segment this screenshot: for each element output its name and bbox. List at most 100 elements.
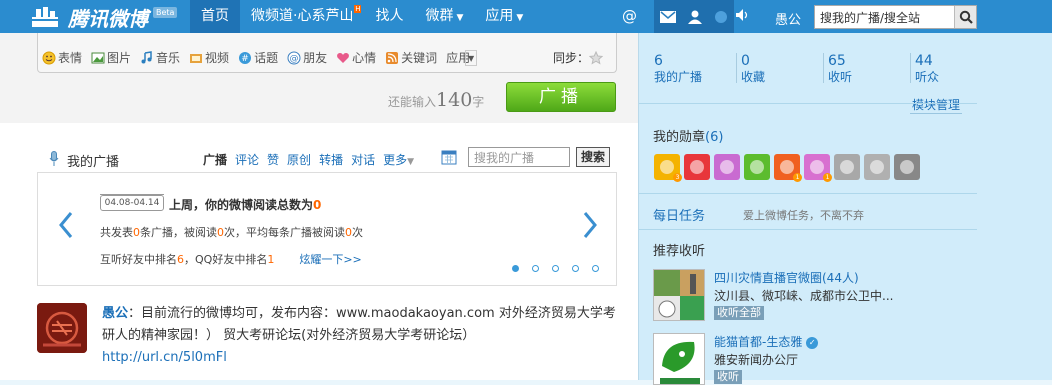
triangle-medal-icon[interactable]: 1 [804, 154, 832, 182]
post-link[interactable]: http://url.cn/5l0mFl [102, 350, 227, 365]
recommend-group-image[interactable] [653, 269, 705, 321]
tool-topic[interactable]: # 话题 [238, 49, 278, 66]
grey-medal-icon[interactable] [834, 154, 860, 180]
profile-icon[interactable] [688, 10, 702, 24]
feed-search-button[interactable]: 搜索 [576, 147, 610, 167]
at-icon[interactable]: @ [622, 7, 637, 25]
avatar-logo-icon [37, 303, 87, 353]
tab-dialog[interactable]: 对话 [351, 151, 375, 168]
star-icon [589, 50, 603, 65]
bell-medal-icon[interactable]: 1 [774, 154, 802, 182]
face-medal-icon[interactable] [714, 154, 740, 180]
sync-option[interactable]: 同步： [553, 49, 603, 66]
recommend-name-text: 能猫首都-生态雅 [714, 335, 803, 349]
global-search-button[interactable] [954, 6, 976, 28]
medals-count[interactable]: (6) [705, 130, 723, 145]
chevron-left-icon[interactable] [58, 211, 74, 239]
tab-more[interactable]: 更多▼ [383, 151, 414, 168]
recommend-name[interactable]: 四川灾情直播官微圈(44人) [714, 269, 859, 286]
medal-emblem [780, 160, 794, 174]
mail-icon[interactable] [660, 10, 676, 23]
medal-level-badge: 1 [823, 173, 832, 182]
rss-icon [386, 51, 399, 64]
nav-groups[interactable]: 微群 ▼ [414, 0, 474, 33]
tab-broadcast[interactable]: 广播 [203, 151, 227, 168]
volume-icon[interactable] [735, 8, 749, 22]
stat-favorites[interactable]: 0 收藏 [736, 53, 828, 85]
foot-medal-icon[interactable] [744, 154, 770, 180]
tool-image-label: 图片 [107, 51, 132, 65]
tool-friend[interactable]: @ 朋友 [287, 49, 327, 66]
stat-broadcasts[interactable]: 6 我的广播 [654, 53, 741, 85]
nav-home[interactable]: 首页 [190, 0, 240, 33]
stat-broadcasts-label: 我的广播 [654, 70, 703, 84]
global-search-input[interactable] [815, 6, 955, 28]
carousel-dot[interactable] [532, 265, 539, 272]
medal-emblem [810, 160, 824, 174]
rank-text: ，QQ好友中排名 [184, 253, 268, 266]
carousel-dot[interactable] [592, 265, 599, 272]
avatar[interactable] [37, 303, 87, 353]
user-name-link[interactable]: 愚公 [775, 9, 801, 28]
divider [639, 193, 978, 194]
tool-image[interactable]: 图片 [91, 49, 131, 66]
book-medal-icon[interactable] [894, 154, 920, 180]
tool-apps[interactable]: 应用 ▾ [446, 49, 478, 66]
broadcast-button[interactable]: 广播 [506, 82, 616, 112]
show-off-link[interactable]: 炫耀一下>> [299, 253, 361, 266]
tool-music-label: 音乐 [156, 51, 181, 65]
composer-toolbar: 表情 图片 音乐 视频 # 话题 @ 朋友 心情 关键词 应用 ▾ [42, 49, 486, 66]
follow-all-button[interactable]: 收听全部 [714, 306, 764, 320]
daily-task-title[interactable]: 每日任务 [653, 205, 705, 224]
chevron-down-icon: ▼ [456, 13, 464, 23]
microphone-icon [49, 151, 59, 166]
main-nav: 首页 微频道·心系芦山 H 找人 微群 ▼ 应用 ▼ [190, 0, 534, 33]
tool-video[interactable]: 视频 [189, 49, 229, 66]
star-medal-icon[interactable] [684, 154, 710, 180]
tab-likes[interactable]: 赞 [267, 151, 279, 168]
nav-apps[interactable]: 应用 ▼ [474, 0, 534, 33]
site-logo[interactable]: 腾讯微博 Beta [30, 4, 178, 31]
tool-keyword[interactable]: 关键词 [385, 49, 437, 66]
medal-emblem [690, 160, 704, 174]
tool-music[interactable]: 音乐 [140, 49, 180, 66]
post-colon: ： [128, 306, 142, 321]
round-icon[interactable] [714, 10, 728, 24]
calendar-icon[interactable] [441, 149, 457, 165]
follow-button[interactable]: 收听 [714, 370, 742, 384]
carousel-dot[interactable] [512, 265, 519, 272]
nav-find-people-label: 找人 [375, 8, 404, 24]
nav-find-people[interactable]: 找人 [364, 0, 414, 33]
nav-channel[interactable]: 微频道·心系芦山 H [240, 0, 364, 33]
chevron-right-icon[interactable] [582, 211, 598, 239]
tool-emoji[interactable]: 表情 [42, 49, 82, 66]
tab-original[interactable]: 原创 [287, 151, 311, 168]
tab-comments[interactable]: 评论 [235, 151, 259, 168]
recommend-avatar[interactable] [653, 333, 705, 385]
divider [639, 229, 978, 230]
composer-textarea[interactable]: 表情 图片 音乐 视频 # 话题 @ 朋友 心情 关键词 应用 ▾ 同步： [37, 33, 617, 73]
smiley-icon [42, 51, 56, 64]
global-search [814, 5, 977, 29]
recommend-name[interactable]: 能猫首都-生态雅 ✓ [714, 333, 819, 350]
tab-rebroadcast[interactable]: 转播 [319, 151, 343, 168]
leaf-medal-icon[interactable] [864, 154, 890, 180]
svg-text:#: # [241, 54, 249, 64]
hot-badge: H [354, 5, 362, 13]
medals-title: 我的勋章(6) [653, 126, 723, 145]
carousel-dot[interactable] [552, 265, 559, 272]
stat-following[interactable]: 65 收听 [823, 53, 915, 85]
post-author[interactable]: 愚公 [102, 306, 128, 321]
remain-count: 140 [436, 89, 473, 111]
remain-prefix: 还能输入 [388, 95, 437, 109]
stat-following-label: 收听 [828, 70, 853, 84]
smile-medal-icon[interactable]: 3 [654, 154, 682, 182]
feed-search-input[interactable] [468, 147, 570, 167]
carousel-dot[interactable] [572, 265, 579, 272]
report-title-text: 上周，你的微博阅读总数为 [169, 198, 314, 212]
tab-more-label: 更多 [383, 153, 408, 167]
stat-favorites-value: 0 [741, 53, 750, 69]
module-manage-link[interactable]: 模块管理 [910, 96, 963, 114]
date-range: 04.08-04.14 [100, 195, 164, 211]
tool-mood[interactable]: 心情 [336, 49, 376, 66]
